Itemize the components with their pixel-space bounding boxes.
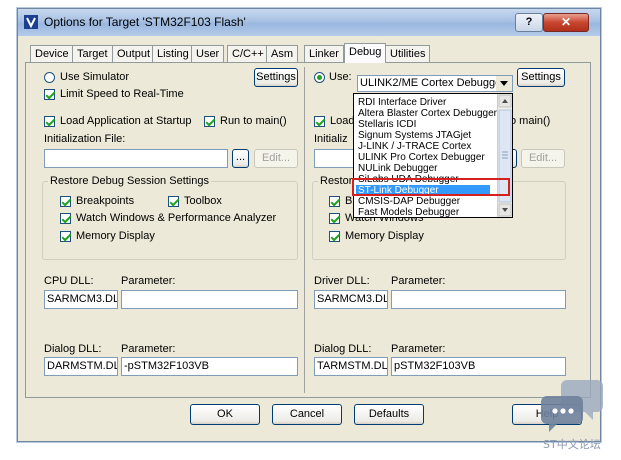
forum-watermark: ST中文论坛: [541, 374, 609, 452]
right-load-application-label: Load: [330, 115, 355, 127]
cpu-dll-label: CPU DLL:: [44, 275, 94, 287]
right-init-file-input[interactable]: [314, 149, 354, 168]
dropdown-item[interactable]: Fast Models Debugger: [358, 207, 459, 218]
right-breakpoints-checkbox[interactable]: [329, 196, 340, 207]
init-file-label: Initialization File:: [44, 133, 126, 145]
use-simulator-label: Use Simulator: [60, 71, 130, 83]
right-init-file-edit-button[interactable]: Edit...: [521, 149, 565, 168]
right-dialog-dll-input[interactable]: TARMSTM.DLL: [314, 357, 388, 376]
dropdown-item[interactable]: Stellaris ICDI: [358, 119, 416, 130]
chat-bubble-icon: [541, 380, 603, 432]
right-dialog-parameter-input[interactable]: pSTM32F103VB: [391, 357, 566, 376]
window-title: Options for Target 'STM32F103 Flash': [44, 15, 246, 29]
tab-c-cpp[interactable]: C/C++: [227, 45, 269, 62]
dialog-dll-input[interactable]: DARMSTM.DLL: [44, 357, 118, 376]
toolbox-checkbox[interactable]: [168, 196, 179, 207]
scrollbar-arrows-icon[interactable]: [498, 94, 512, 217]
restore-settings-title: Restore Debug Session Settings: [48, 175, 211, 187]
init-file-edit-button[interactable]: Edit...: [254, 149, 298, 168]
right-restore-settings-title: Restor: [318, 175, 355, 187]
breakpoints-label: Breakpoints: [76, 195, 135, 207]
init-file-input[interactable]: [44, 149, 228, 168]
close-button[interactable]: ✕: [543, 13, 589, 32]
ok-button[interactable]: OK: [190, 404, 260, 425]
use-simulator-radio[interactable]: [44, 72, 55, 83]
right-watch-windows-checkbox[interactable]: [329, 213, 340, 224]
dropdown-item[interactable]: J-LINK / J-TRACE Cortex: [358, 141, 471, 152]
right-memory-display-checkbox[interactable]: [329, 231, 340, 242]
debugger-settings-button[interactable]: Settings: [517, 68, 565, 87]
driver-dll-label: Driver DLL:: [314, 275, 370, 287]
watch-windows-checkbox[interactable]: [60, 213, 71, 224]
dropdown-item[interactable]: Signum Systems JTAGjet: [358, 130, 471, 141]
right-dialog-dll-label: Dialog DLL:: [314, 343, 372, 355]
debugger-dropdown-list: RDI Interface Driver Altera Blaster Cort…: [353, 93, 513, 218]
use-debugger-label: Use:: [329, 71, 352, 83]
chevron-down-icon[interactable]: [496, 76, 512, 91]
limit-speed-checkbox[interactable]: [44, 89, 55, 100]
tab-target[interactable]: Target: [72, 45, 113, 62]
right-dialog-parameter-label: Parameter:: [391, 343, 446, 355]
st-link-highlight: [352, 178, 510, 196]
right-run-to-main-label: o main(): [510, 115, 551, 127]
tab-strip: Device Target Output Listing User C/C++ …: [18, 43, 600, 63]
driver-dll-input[interactable]: SARMCM3.DLL: [314, 290, 388, 309]
options-dialog: Options for Target 'STM32F103 Flash' ? ✕…: [17, 8, 601, 442]
run-to-main-label: Run to main(): [220, 115, 287, 127]
dialog-parameter-input[interactable]: -pSTM32F103VB: [121, 357, 298, 376]
limit-speed-label: Limit Speed to Real-Time: [60, 88, 184, 100]
tab-utilities[interactable]: Utilities: [385, 45, 431, 62]
tab-user[interactable]: User: [191, 45, 225, 62]
memory-display-label: Memory Display: [76, 230, 155, 242]
dropdown-item[interactable]: NULink Debugger: [358, 163, 438, 174]
simulator-settings-button[interactable]: Settings: [254, 68, 298, 87]
tab-debug[interactable]: Debug: [344, 43, 387, 63]
watermark-text: ST中文论坛: [543, 438, 601, 451]
tab-output[interactable]: Output: [112, 45, 156, 62]
driver-parameter-label: Parameter:: [391, 275, 446, 287]
keil-app-icon: [24, 15, 38, 29]
dropdown-scrollbar[interactable]: [497, 94, 512, 217]
init-file-browse-button[interactable]: ...: [232, 149, 249, 168]
cancel-button[interactable]: Cancel: [272, 404, 342, 425]
tab-asm[interactable]: Asm: [266, 45, 298, 62]
cpu-dll-input[interactable]: SARMCM3.DLL: [44, 290, 118, 309]
tab-device[interactable]: Device: [30, 45, 74, 62]
column-divider: [304, 67, 305, 393]
dialog-dll-label: Dialog DLL:: [44, 343, 102, 355]
cpu-parameter-input[interactable]: [121, 290, 298, 309]
dropdown-item[interactable]: Altera Blaster Cortex Debugger: [358, 108, 497, 119]
load-application-checkbox[interactable]: [44, 116, 55, 127]
toolbox-label: Toolbox: [184, 195, 222, 207]
title-bar: Options for Target 'STM32F103 Flash' ? ✕: [18, 9, 600, 36]
run-to-main-checkbox[interactable]: [204, 116, 215, 127]
breakpoints-checkbox[interactable]: [60, 196, 71, 207]
debugger-select-value: ULINK2/ME Cortex Debugger: [360, 77, 505, 89]
watch-windows-label: Watch Windows & Performance Analyzer: [76, 212, 277, 224]
dropdown-item[interactable]: RDI Interface Driver: [358, 97, 446, 108]
dropdown-item[interactable]: CMSIS-DAP Debugger: [358, 196, 460, 207]
memory-display-checkbox[interactable]: [60, 231, 71, 242]
right-memory-display-label: Memory Display: [345, 230, 424, 242]
right-load-application-checkbox[interactable]: [314, 116, 325, 127]
dropdown-item[interactable]: ULINK Pro Cortex Debugger: [358, 152, 485, 163]
tab-listing[interactable]: Listing: [152, 45, 194, 62]
driver-parameter-input[interactable]: [391, 290, 566, 309]
title-help-button[interactable]: ?: [515, 13, 543, 32]
cpu-parameter-label: Parameter:: [121, 275, 176, 287]
tab-linker[interactable]: Linker: [304, 45, 344, 62]
defaults-button[interactable]: Defaults: [354, 404, 424, 425]
load-application-label: Load Application at Startup: [60, 115, 192, 127]
use-debugger-radio[interactable]: [314, 72, 325, 83]
right-init-file-label: Initializ: [314, 133, 348, 145]
dialog-parameter-label: Parameter:: [121, 343, 176, 355]
